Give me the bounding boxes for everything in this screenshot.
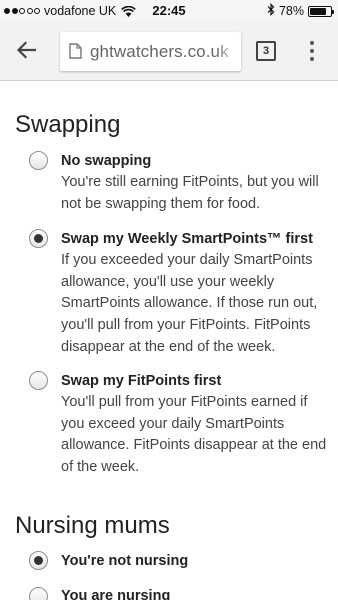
battery-percent: 78% [278, 4, 304, 18]
radio-not-nursing[interactable] [29, 551, 48, 570]
status-bar: vodafone UK 22:45 78% [0, 0, 338, 22]
option-label-swap-fitpoints-first[interactable]: Swap my FitPoints first [61, 373, 221, 389]
more-vert-icon[interactable] [304, 40, 320, 62]
option-desc-swap-weekly-first: If you exceeded your daily SmartPoints a… [61, 252, 318, 355]
url-bar[interactable]: ghtwatchers.co.uk [60, 32, 241, 71]
radio-swap-weekly-first[interactable] [29, 229, 48, 248]
option-label-swap-weekly-first[interactable]: Swap my Weekly SmartPoints™ first [61, 231, 313, 247]
option-desc-swap-fitpoints-first: You'll pull from your FitPoints earned i… [61, 394, 327, 476]
option-label-not-nursing[interactable]: You're not nursing [61, 553, 188, 569]
bluetooth-icon [267, 3, 275, 19]
browser-toolbar: ghtwatchers.co.uk 3 [0, 22, 338, 81]
swapping-title: Swapping [15, 111, 121, 138]
document-icon [69, 43, 82, 64]
radio-swap-fitpoints-first[interactable] [29, 371, 48, 390]
option-label-no-swapping[interactable]: No swapping [61, 153, 151, 169]
battery-icon [308, 5, 334, 17]
back-button[interactable] [12, 38, 40, 66]
url-fade [215, 32, 241, 71]
radio-no-swapping[interactable] [29, 151, 48, 170]
option-desc-no-swapping: You're still earning FitPoints, but you … [61, 174, 319, 212]
radio-nursing[interactable] [29, 587, 48, 600]
url-text: ghtwatchers.co.uk [90, 42, 229, 61]
tab-switcher-button[interactable]: 3 [256, 41, 276, 61]
battery-group: 78% [267, 3, 334, 19]
arrow-left-icon [16, 40, 37, 64]
nursing-title: Nursing mums [15, 512, 170, 539]
option-label-nursing[interactable]: You are nursing [61, 588, 170, 600]
